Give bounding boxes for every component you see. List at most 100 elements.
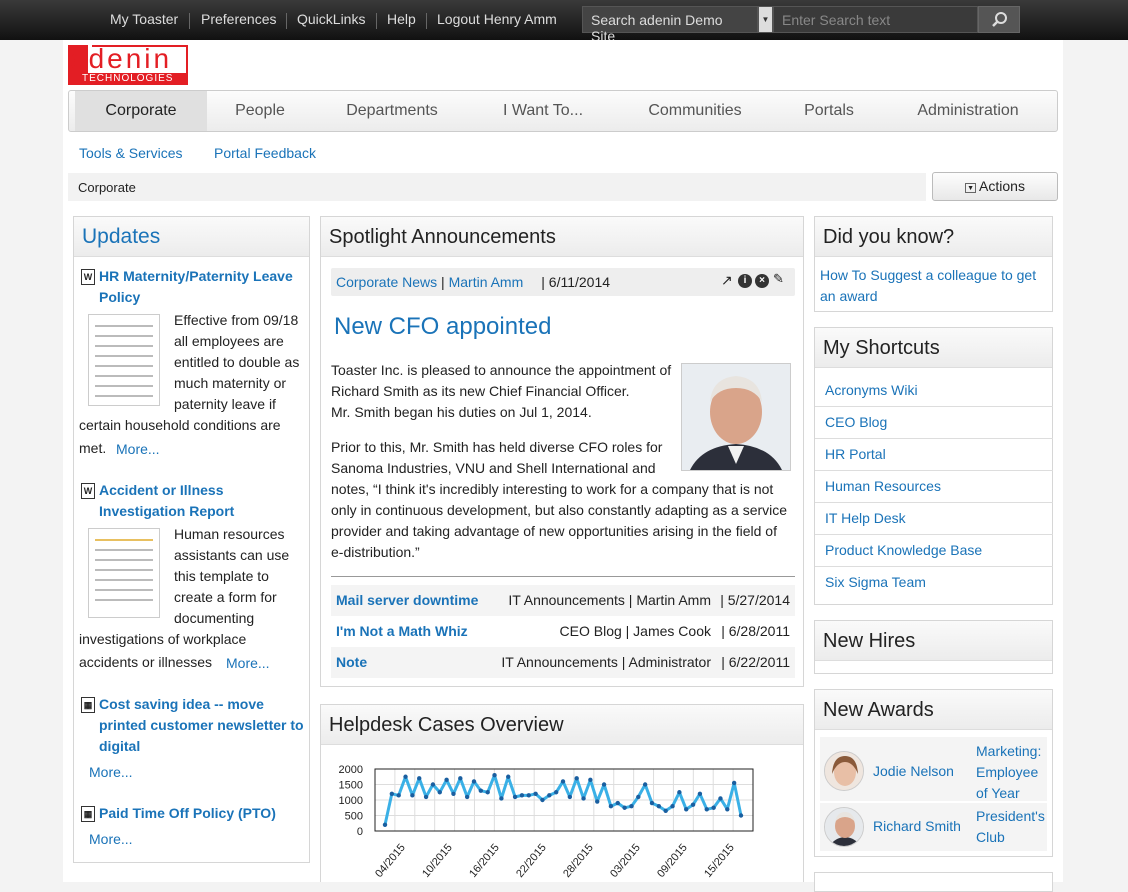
- search-scope-dropdown-icon[interactable]: ▼: [758, 6, 773, 33]
- more-link[interactable]: More...: [89, 831, 133, 847]
- calculator-icon: ▦: [81, 806, 95, 822]
- y-tick-label: 2000: [339, 764, 363, 776]
- edit-pencil-icon[interactable]: ✎: [773, 271, 784, 287]
- x-tick-label: 03/2015: [608, 842, 643, 880]
- tab-i-want-to[interactable]: I Want To...: [483, 91, 603, 131]
- announcement-headline[interactable]: New CFO appointed: [334, 313, 551, 341]
- x-tick-label: 16/2015: [467, 842, 502, 880]
- more-link[interactable]: More...: [226, 655, 270, 671]
- nav-help[interactable]: Help: [387, 11, 416, 27]
- update-title-line[interactable]: Cost saving idea -- move: [99, 694, 264, 715]
- tab-corporate[interactable]: Corporate: [75, 91, 207, 131]
- tab-departments[interactable]: Departments: [327, 91, 457, 131]
- subnav-portal-feedback[interactable]: Portal Feedback: [214, 145, 316, 161]
- subnav-tools-services[interactable]: Tools & Services: [79, 145, 182, 161]
- data-point: [642, 782, 648, 787]
- award-row: Richard Smith President's Club: [820, 803, 1047, 851]
- award-name[interactable]: President's Club: [976, 806, 1045, 848]
- data-point: [718, 796, 723, 801]
- shortcut-link[interactable]: Product Knowledge Base: [815, 535, 1053, 567]
- data-point: [738, 813, 744, 818]
- new-hires-title: New Hires: [815, 621, 1052, 661]
- data-point: [588, 777, 593, 783]
- shortcut-link[interactable]: Human Resources: [815, 471, 1053, 503]
- data-point: [430, 782, 436, 787]
- data-point: [663, 808, 668, 814]
- shortcut-link[interactable]: CEO Blog: [815, 407, 1053, 439]
- actions-button[interactable]: ▼ Actions: [932, 172, 1058, 201]
- did-you-know-link[interactable]: How To Suggest a colleague to get an awar…: [820, 265, 1036, 307]
- shortcut-link[interactable]: Acronyms Wiki: [815, 375, 1053, 407]
- spotlight-title: Spotlight Announcements: [321, 217, 803, 257]
- nav-quicklinks[interactable]: QuickLinks: [297, 11, 365, 27]
- breadcrumb-item[interactable]: Corporate: [78, 180, 136, 195]
- meta-author-link[interactable]: Martin Amm: [449, 274, 524, 290]
- close-icon[interactable]: ×: [755, 274, 769, 288]
- data-point: [684, 807, 689, 812]
- shortcut-link[interactable]: HR Portal: [815, 439, 1053, 471]
- search-input[interactable]: [773, 6, 978, 33]
- update-title-line[interactable]: Investigation Report: [99, 501, 234, 522]
- announcement-row-date: | 6/22/2011: [721, 654, 790, 670]
- meta-date: | 6/11/2014: [541, 274, 611, 290]
- update-title-line[interactable]: printed customer newsletter to: [99, 715, 304, 736]
- update-title-line[interactable]: Paid Time Off Policy (PTO): [99, 803, 276, 824]
- meta-source-link[interactable]: Corporate News: [336, 274, 437, 290]
- more-link[interactable]: More...: [89, 764, 133, 780]
- tab-communities[interactable]: Communities: [635, 91, 755, 131]
- share-icon[interactable]: ↗: [721, 272, 733, 289]
- search-scope-select[interactable]: Search adenin Demo Site: [582, 6, 758, 44]
- update-title-line[interactable]: Policy: [99, 287, 140, 308]
- logo-subtext: TECHNOLOGIES: [82, 73, 174, 84]
- announcement-row-title[interactable]: I'm Not a Math Whiz: [336, 623, 468, 639]
- y-tick-label: 500: [345, 811, 363, 823]
- data-point: [560, 779, 566, 784]
- update-text-line: Effective from 09/18: [174, 312, 299, 328]
- more-link[interactable]: More...: [116, 441, 160, 457]
- update-text-line: met.: [79, 440, 107, 456]
- data-point: [656, 804, 662, 809]
- updates-title: Updates: [74, 217, 309, 257]
- new-awards-panel: New Awards Jodie Nelson Marketing: Emplo…: [814, 689, 1053, 857]
- update-title-line[interactable]: digital: [99, 736, 140, 757]
- data-point: [471, 779, 477, 784]
- shortcut-link[interactable]: Six Sigma Team: [815, 567, 1053, 599]
- search-icon: [992, 12, 1007, 27]
- announcement-row-title[interactable]: Mail server downtime: [336, 592, 478, 608]
- update-title-line[interactable]: Accident or Illness: [99, 480, 223, 501]
- announcement-row: I'm Not a Math Whiz CEO Blog | James Coo…: [331, 616, 795, 647]
- document-icon: W: [81, 269, 95, 285]
- award-recipient[interactable]: Richard Smith: [873, 818, 961, 834]
- x-tick-label: 28/2015: [561, 842, 596, 880]
- data-point: [451, 791, 456, 796]
- announcement-row-title[interactable]: Note: [336, 654, 367, 670]
- data-point: [581, 796, 586, 801]
- data-point: [437, 790, 442, 795]
- info-icon[interactable]: i: [738, 274, 752, 288]
- award-name[interactable]: Marketing: Employee of Year: [976, 741, 1041, 804]
- tab-people[interactable]: People: [215, 91, 305, 131]
- y-tick-label: 1000: [339, 795, 363, 807]
- update-title-line[interactable]: HR Maternity/Paternity Leave: [99, 266, 293, 287]
- spotlight-panel: Spotlight Announcements Corporate News |…: [320, 216, 804, 687]
- announcement-row-date: | 5/27/2014: [720, 592, 790, 608]
- did-you-know-line: an award: [820, 288, 878, 304]
- update-text-line: all employees are: [174, 333, 284, 349]
- announcement-row-date: | 6/28/2011: [721, 623, 790, 639]
- tab-portals[interactable]: Portals: [789, 91, 869, 131]
- article-line: only in continuous development, but also…: [331, 502, 788, 518]
- nav-logout[interactable]: Logout Henry Amm: [437, 11, 557, 27]
- award-name-line: Employee: [976, 764, 1039, 780]
- data-point: [382, 822, 388, 827]
- data-point: [622, 805, 627, 810]
- article-paragraph: Prior to this, Mr. Smith has held divers…: [331, 437, 787, 563]
- nav-preferences[interactable]: Preferences: [201, 11, 276, 27]
- search-button[interactable]: [978, 6, 1020, 33]
- tab-administration[interactable]: Administration: [905, 91, 1031, 131]
- article-line: Prior to this, Mr. Smith has held divers…: [331, 439, 663, 455]
- announcement-meta-bar: Corporate News | Martin Amm | 6/11/2014 ↗…: [331, 268, 795, 296]
- shortcut-link[interactable]: IT Help Desk: [815, 503, 1053, 535]
- nav-separator: [286, 13, 287, 29]
- award-recipient[interactable]: Jodie Nelson: [873, 763, 954, 779]
- nav-my-toaster[interactable]: My Toaster: [110, 11, 178, 27]
